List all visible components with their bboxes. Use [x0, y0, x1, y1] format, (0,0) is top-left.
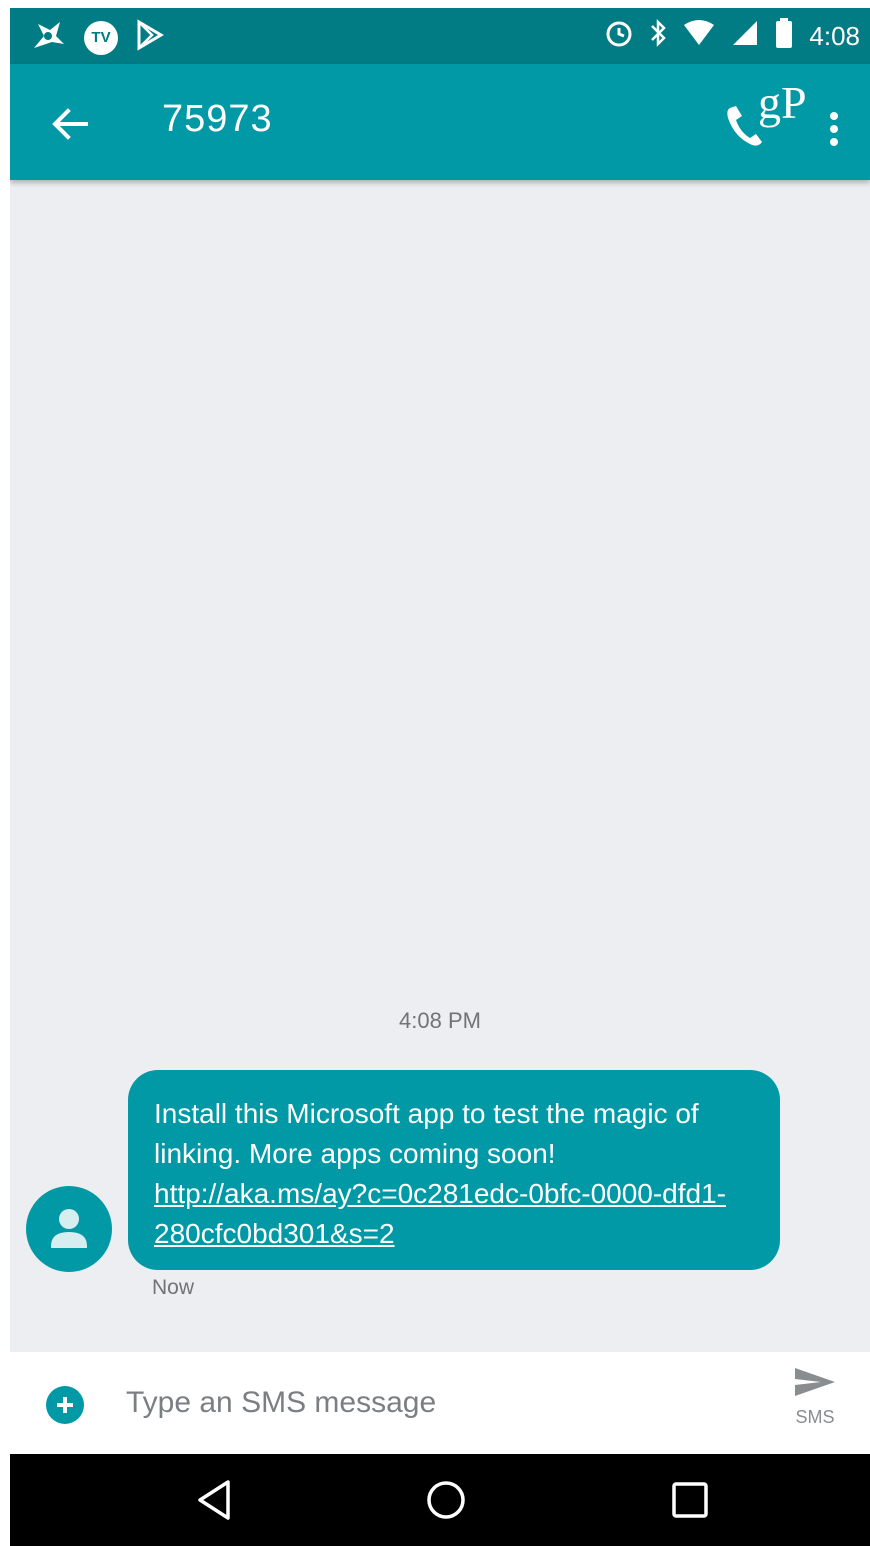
- sms-message-input[interactable]: [126, 1378, 726, 1428]
- message-link[interactable]: http://aka.ms/ay?c=0c281edc-0bfc-0000-df…: [154, 1178, 726, 1249]
- tv-badge-icon: TV: [84, 20, 118, 55]
- composer-bar: SMS: [10, 1352, 870, 1454]
- app-bar: 75973 gP: [10, 64, 870, 180]
- brand-watermark: gP: [758, 77, 807, 128]
- nav-back-button[interactable]: [190, 1476, 238, 1524]
- navigation-bar: [10, 1454, 870, 1546]
- conversation-timestamp: 4:08 PM: [399, 1008, 481, 1033]
- person-icon: [51, 1209, 87, 1248]
- contact-avatar[interactable]: [26, 1186, 112, 1272]
- battery-icon: [775, 18, 793, 55]
- nav-back-icon: [198, 1480, 230, 1520]
- nav-home-button[interactable]: [422, 1476, 470, 1524]
- more-options-button[interactable]: [822, 104, 846, 154]
- status-right-icons: 4:08: [605, 18, 860, 55]
- status-time: 4:08: [809, 21, 860, 51]
- phone-screen: TV 4:08 75973 gP 4:08 PM Install this Mi…: [10, 8, 870, 1546]
- nav-recents-button[interactable]: [666, 1476, 714, 1524]
- conversation-title: 75973: [162, 98, 273, 140]
- nav-home-icon: [427, 1481, 465, 1519]
- message-bubble: Install this Microsoft app to test the m…: [128, 1070, 780, 1270]
- nav-recents-icon: [672, 1482, 708, 1518]
- send-icon: [795, 1368, 835, 1396]
- back-button[interactable]: [46, 100, 94, 148]
- send-label: SMS: [795, 1407, 835, 1427]
- more-vertical-icon: [830, 112, 838, 146]
- bug-icon: [30, 18, 66, 57]
- cellular-signal-icon: [731, 19, 759, 54]
- status-bar: TV 4:08: [10, 8, 870, 64]
- message-text: Install this Microsoft app to test the m…: [154, 1098, 699, 1169]
- send-button[interactable]: SMS: [780, 1364, 850, 1444]
- alarm-icon: [605, 18, 633, 55]
- message-time: Now: [152, 1276, 195, 1299]
- add-attachment-button[interactable]: [46, 1386, 84, 1424]
- play-store-icon: [136, 19, 164, 56]
- status-left-icons: TV: [30, 18, 164, 57]
- wifi-icon: [683, 19, 715, 54]
- add-attachment-icon: [57, 1397, 73, 1413]
- bluetooth-icon: [649, 18, 667, 55]
- back-arrow-icon: [52, 108, 88, 140]
